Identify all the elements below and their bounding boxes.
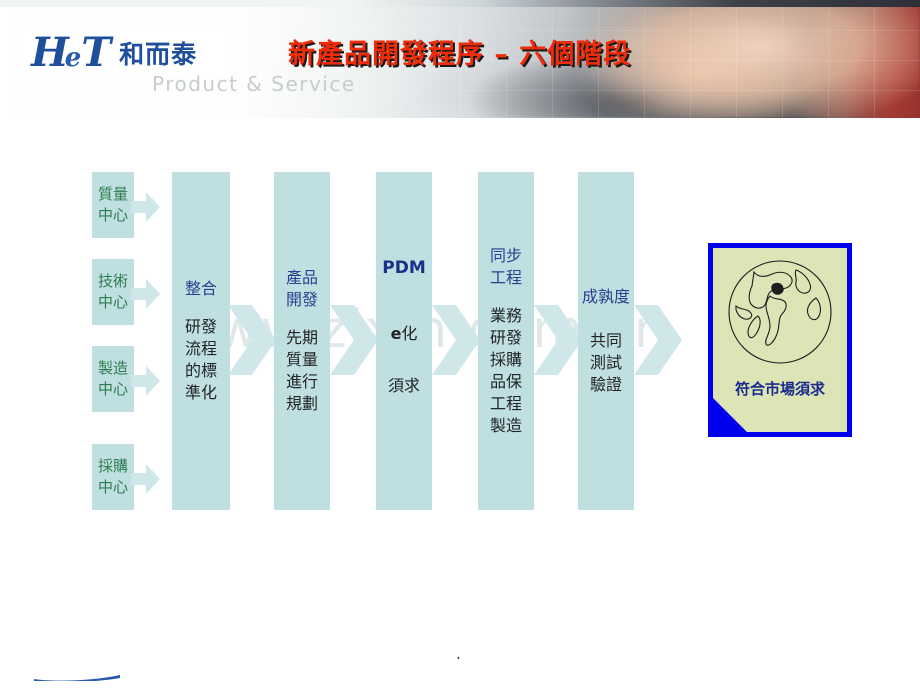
chevron-right-icon-5 (634, 305, 682, 375)
arrow-right-icon-manufacturing (131, 366, 160, 396)
logo-brand-chinese: 和而泰 (119, 39, 198, 69)
stage-column-2[interactable]: 產品 開發 先期 質量 進行 規劃 (274, 172, 330, 510)
footer-page-mark: . (456, 645, 461, 663)
stage-4-heading: 同步 工程 (489, 246, 522, 287)
stage-4-body: 業務 研發 採購 品保 工程 製造 (489, 306, 522, 435)
sidebar-item-technology-center[interactable]: 技術 中心 (92, 259, 134, 325)
stage-3-body-rest: 化 (401, 324, 418, 343)
logo-tagline: Product & Service (152, 72, 356, 96)
stage-3-body-line2: 須求 (387, 376, 420, 395)
stage-2-body: 先期 質量 進行 規劃 (285, 328, 318, 413)
stage-3-heading: PDM (382, 258, 426, 278)
sidebar-label-text: 技術 中心 (97, 272, 128, 311)
result-card[interactable]: 符合市場須求 (708, 243, 852, 437)
sidebar-item-procurement-center[interactable]: 採購 中心 (92, 444, 134, 510)
stage-column-3[interactable]: PDM e化 須求 (376, 172, 432, 510)
logo-letter-e: e (64, 42, 82, 73)
company-logo: H e T 和而泰 (23, 27, 230, 78)
stage-5-body: 共同 測試 驗證 (589, 331, 622, 394)
logo-swoosh-icon (34, 675, 120, 681)
stage-3-body-bold: e (390, 324, 402, 343)
chevron-right-icon-3 (432, 305, 480, 375)
stage-5-heading: 成孰度 (581, 287, 630, 306)
process-diagram: 質量 中心 技術 中心 製造 中心 採購 中心 整合 研發 流程 的標 準化 產… (0, 0, 920, 690)
sidebar-label-text: 採購 中心 (97, 457, 128, 496)
arrow-right-icon-procurement (131, 464, 160, 494)
stage-column-1[interactable]: 整合 研發 流程 的標 準化 (172, 172, 230, 510)
logo-letter-t: T (81, 28, 111, 76)
stage-2-heading: 產品 開發 (285, 268, 318, 309)
page-title: 新產品開發程序 – 六個階段 (288, 39, 632, 70)
arrow-right-icon-quality (131, 192, 160, 222)
logo-letter-h: H (31, 28, 69, 76)
sidebar-item-quality-center[interactable]: 質量 中心 (92, 172, 134, 238)
sidebar-label-text: 質量 中心 (97, 185, 128, 224)
stage-1-body: 研發 流程 的標 準化 (184, 317, 217, 402)
stage-3-body: e化 須求 (376, 295, 432, 425)
result-label: 符合市場須求 (734, 380, 825, 398)
folded-corner-decoration (713, 398, 747, 432)
stage-1-heading: 整合 (184, 279, 217, 298)
stage-column-4[interactable]: 同步 工程 業務 研發 採購 品保 工程 製造 (478, 172, 534, 510)
chevron-right-icon-1 (228, 305, 276, 375)
sidebar-label-text: 製造 中心 (97, 359, 128, 398)
arrow-right-icon-technology (131, 279, 160, 309)
chevron-right-icon-2 (330, 305, 378, 375)
chevron-right-icon-4 (534, 305, 582, 375)
sidebar-item-manufacturing-center[interactable]: 製造 中心 (92, 346, 134, 412)
globe-icon (724, 256, 836, 372)
stage-column-5[interactable]: 成孰度 共同 測試 驗證 (578, 172, 634, 510)
